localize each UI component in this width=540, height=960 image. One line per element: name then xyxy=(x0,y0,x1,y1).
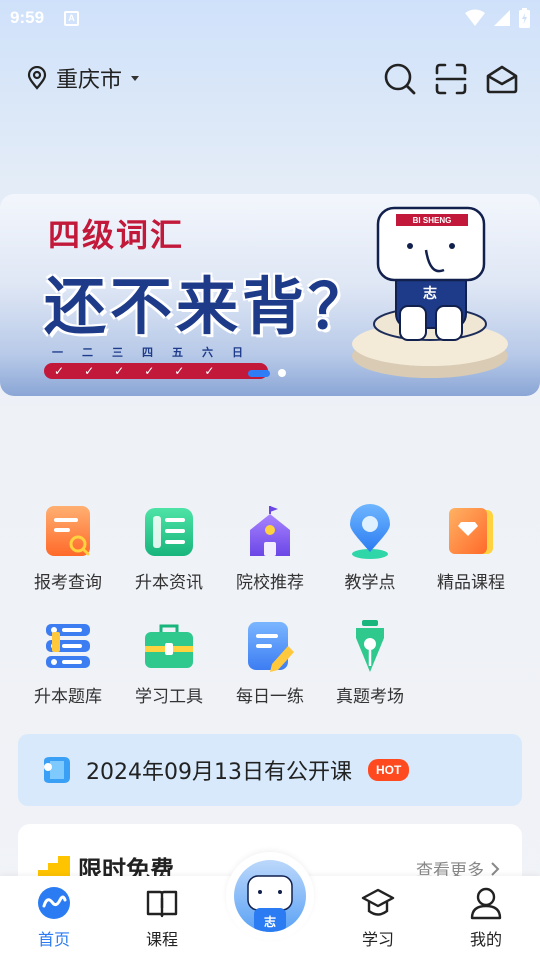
grid-item-teaching-point[interactable]: 教学点 xyxy=(320,504,420,593)
pagination-dot[interactable] xyxy=(278,369,286,377)
day-label: 一 xyxy=(52,346,63,359)
check-icon: ✓ xyxy=(144,364,155,378)
toolbox-icon xyxy=(145,624,193,668)
search-icon[interactable] xyxy=(383,62,417,96)
open-class-notice[interactable]: 2024年09月13日有公开课 HOT xyxy=(18,734,522,806)
grid-item-exam-query[interactable]: 报考查询 xyxy=(18,504,118,593)
elephant-mascot-icon: 志 xyxy=(247,875,293,932)
grid-item-school[interactable]: 院校推荐 xyxy=(220,504,320,593)
banner-checkin-bar: ✓ ✓ ✓ ✓ ✓ ✓ xyxy=(44,363,268,379)
book-icon xyxy=(146,890,178,918)
check-icon: ✓ xyxy=(114,364,125,378)
day-label: 三 xyxy=(112,346,123,359)
grid-label: 院校推荐 xyxy=(236,573,304,593)
grid-item-question-bank[interactable]: 升本题库 xyxy=(18,618,118,707)
exam-pen-icon xyxy=(356,620,384,672)
elephant-mascot-icon: BI SHENG 志 xyxy=(352,206,508,378)
mascot-avatar: 志 xyxy=(234,860,306,932)
mascot-badge: 志 xyxy=(264,914,276,929)
scan-icon[interactable] xyxy=(434,62,468,96)
grid-item-daily-practice[interactable]: 每日一练 xyxy=(220,618,320,707)
tab-courses[interactable]: 课程 xyxy=(122,886,202,950)
banner-days: 一 二 三 四 五 六 日 xyxy=(52,344,243,360)
tab-label: 学习 xyxy=(361,930,394,949)
school-icon xyxy=(250,506,290,556)
chevron-right-icon xyxy=(491,861,500,876)
tab-mine[interactable]: 我的 xyxy=(446,886,526,950)
check-icon: ✓ xyxy=(174,364,185,378)
grid-label: 真题考场 xyxy=(336,687,404,707)
location-pin-icon xyxy=(350,504,390,559)
stairs-icon xyxy=(38,856,70,878)
caret-down-icon xyxy=(131,76,140,81)
grid-label: 报考查询 xyxy=(34,573,102,593)
tab-study[interactable]: 学习 xyxy=(338,886,418,950)
center-mascot-button[interactable]: 志 xyxy=(226,852,314,940)
grid-item-exam-room[interactable]: 真题考场 xyxy=(320,618,420,707)
banner-headline: 还不来背？ xyxy=(44,270,375,343)
check-icon: ✓ xyxy=(84,364,95,378)
notice-logo-icon xyxy=(44,757,70,783)
day-label: 五 xyxy=(172,346,183,359)
status-bar: 9:59 A xyxy=(0,0,540,36)
grid-label: 每日一练 xyxy=(236,687,304,707)
grid-label: 精品课程 xyxy=(437,573,505,593)
daily-practice-icon xyxy=(248,622,294,672)
promo-banner[interactable]: 四级词汇 还不来背？ 一 二 三 四 五 六 日 ✓ ✓ ✓ ✓ ✓ ✓ BI … xyxy=(0,194,540,396)
mascot-tag: BI SHENG xyxy=(413,216,452,225)
check-icon: ✓ xyxy=(54,364,65,378)
status-icons xyxy=(465,8,530,28)
grid-label: 升本题库 xyxy=(34,687,102,707)
grid-item-news[interactable]: 升本资讯 xyxy=(119,504,219,593)
location-label: 重庆市 xyxy=(56,68,123,93)
tab-label: 课程 xyxy=(145,930,178,949)
news-icon xyxy=(145,508,193,556)
day-label: 四 xyxy=(142,346,153,359)
home-icon xyxy=(38,887,70,919)
grid-label: 学习工具 xyxy=(135,687,203,707)
top-header: 重庆市 xyxy=(0,58,540,98)
message-icon[interactable] xyxy=(485,62,519,96)
user-icon xyxy=(470,887,502,920)
status-time: 9:59 xyxy=(10,8,45,27)
grid-label: 教学点 xyxy=(344,573,396,593)
location-selector[interactable]: 重庆市 xyxy=(26,62,140,94)
mascot-badge: 志 xyxy=(423,285,437,302)
hot-badge: HOT xyxy=(367,759,410,781)
wifi-icon xyxy=(465,9,485,26)
notification-icon: A xyxy=(64,10,80,26)
graduation-cap-icon xyxy=(361,888,395,916)
signal-icon xyxy=(494,10,510,26)
pagination-dot-active[interactable] xyxy=(248,369,270,377)
question-bank-icon xyxy=(46,624,90,668)
battery-icon xyxy=(519,8,530,28)
grid-label: 升本资讯 xyxy=(135,573,203,593)
tab-label: 首页 xyxy=(37,930,70,949)
check-icon: ✓ xyxy=(204,364,215,378)
tab-label: 我的 xyxy=(469,930,502,949)
notice-text: 2024年09月13日有公开课 xyxy=(86,760,352,785)
day-label: 六 xyxy=(202,346,213,359)
location-pin-outline-icon xyxy=(27,66,47,90)
banner-subtitle: 四级词汇 xyxy=(48,216,185,254)
day-label: 二 xyxy=(82,346,93,359)
banner-pagination[interactable] xyxy=(248,369,286,377)
grid-item-toolbox[interactable]: 学习工具 xyxy=(119,618,219,707)
premium-course-icon xyxy=(449,508,493,554)
tab-home[interactable]: 首页 xyxy=(14,886,94,950)
day-label: 日 xyxy=(232,346,243,359)
grid-item-premium-course[interactable]: 精品课程 xyxy=(421,504,521,593)
search-doc-icon xyxy=(46,506,90,556)
